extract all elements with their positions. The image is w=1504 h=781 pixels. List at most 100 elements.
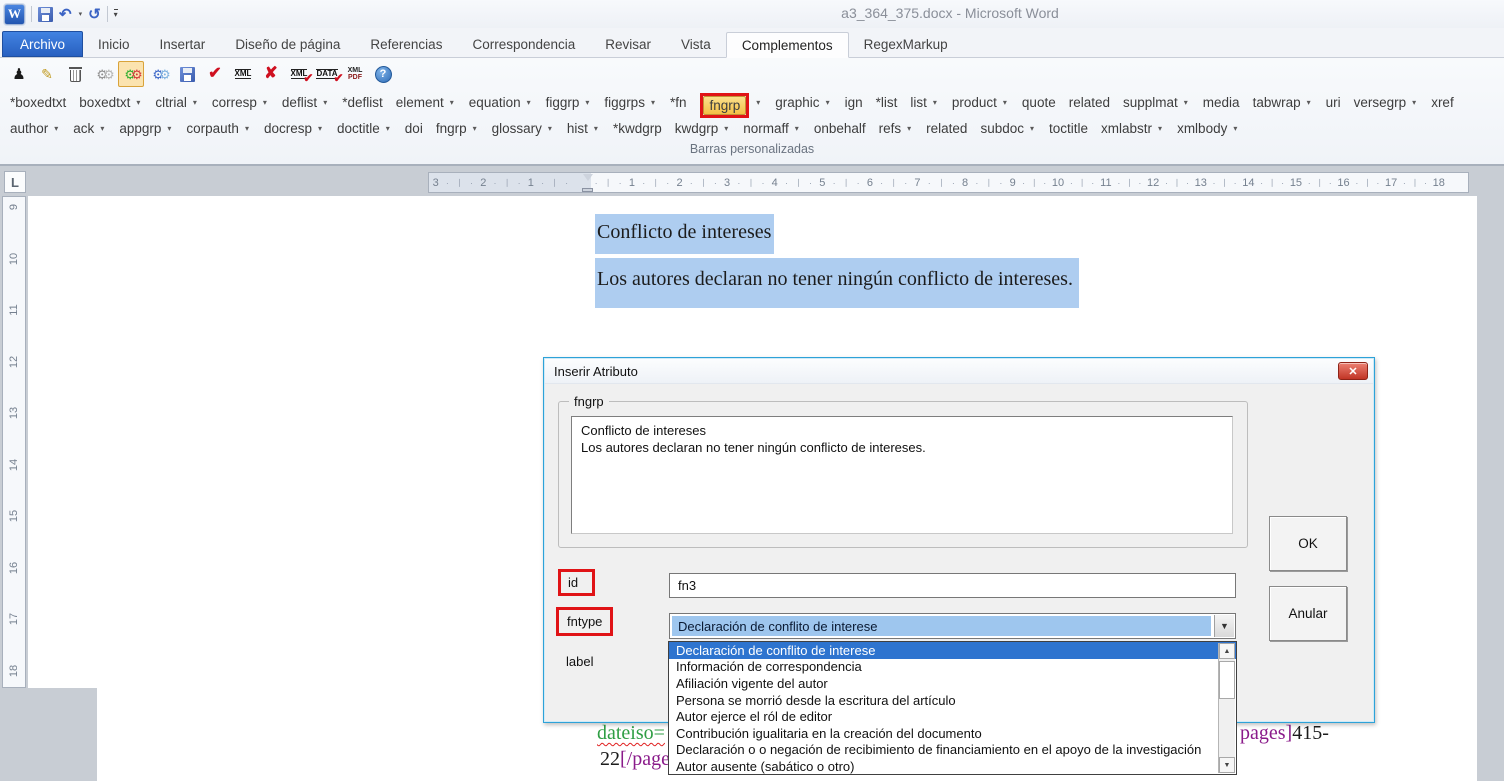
ribbon-button-x-fn[interactable]: *fn [670, 95, 687, 110]
first-line-indent-marker[interactable] [583, 174, 593, 181]
tab-complementos[interactable]: Complementos [726, 32, 849, 58]
undo-icon[interactable]: ↶ [59, 7, 72, 22]
ribbon-button-appgrp[interactable]: appgrp▾ [119, 121, 173, 136]
dropdown-scrollbar[interactable]: ▲ ▼ [1218, 643, 1235, 773]
ribbon-button-boxedtxt[interactable]: boxedtxt▾ [79, 95, 142, 110]
dialog-title-bar[interactable]: Inserir Atributo [545, 359, 1373, 384]
chevron-down-icon[interactable]: ▾ [318, 124, 322, 133]
redo-icon[interactable]: ↺ [88, 7, 101, 22]
tab-revisar[interactable]: Revisar [590, 31, 666, 57]
horizontal-ruler[interactable]: 3·❘·2·❘·1·❘· ·❘·1·❘·2·❘·3·❘·4·❘·5·❘·6·❘·… [428, 172, 1469, 193]
ribbon-button-refs[interactable]: refs▾ [879, 121, 914, 136]
ribbon-button-product[interactable]: product▾ [952, 95, 1009, 110]
ribbon-button-uri[interactable]: uri [1326, 95, 1341, 110]
chevron-down-icon[interactable]: ▾ [136, 98, 140, 107]
chevron-down-icon[interactable]: ▾ [79, 10, 83, 18]
chevron-down-icon[interactable]: ▾ [724, 124, 728, 133]
ribbon-button-subdoc[interactable]: subdoc▾ [980, 121, 1036, 136]
dropdown-option[interactable]: Declaración o o negación de recibimiento… [669, 742, 1236, 759]
ribbon-button-versegrp[interactable]: versegrp▾ [1354, 95, 1419, 110]
ribbon-button-tabwrap[interactable]: tabwrap▾ [1253, 95, 1313, 110]
tab-selector[interactable]: L [4, 171, 26, 193]
dropdown-option[interactable]: Autor ejerce el ról de editor [669, 708, 1236, 725]
chevron-down-icon[interactable]: ▾ [386, 124, 390, 133]
validate-check-icon[interactable]: ✔ [202, 61, 228, 87]
chevron-down-icon[interactable]: ▾ [756, 98, 760, 107]
id-input[interactable]: fn3 [669, 573, 1236, 598]
save-disk-icon[interactable] [174, 61, 200, 87]
save-icon[interactable] [38, 7, 53, 22]
scroll-up-icon[interactable]: ▲ [1219, 643, 1235, 659]
gears-markup-icon[interactable]: ⚙⚙ [118, 61, 144, 87]
ribbon-button-list[interactable]: list▾ [910, 95, 939, 110]
ribbon-button-figgrp[interactable]: figgrp▾ [546, 95, 592, 110]
fngrp-content-textarea[interactable]: Conflicto de interesesLos autores declar… [571, 416, 1233, 534]
tab-archivo[interactable]: Archivo [2, 31, 83, 57]
ok-button[interactable]: OK [1269, 516, 1347, 571]
ribbon-button-x-kwdgrp[interactable]: *kwdgrp [613, 121, 662, 136]
selected-heading[interactable]: Conflicto de intereses [595, 214, 774, 254]
ribbon-button-doi[interactable]: doi [405, 121, 423, 136]
chevron-down-icon[interactable]: ▾ [1307, 98, 1311, 107]
fntype-combobox[interactable]: Declaración de conflito de interese ▼ [669, 613, 1236, 639]
ribbon-button-fngrp[interactable]: fngrp▾ [436, 121, 479, 136]
tab-inicio[interactable]: Inicio [83, 31, 145, 57]
ribbon-button-xref[interactable]: xref [1431, 95, 1454, 110]
chevron-down-icon[interactable]: ▾ [1030, 124, 1034, 133]
chevron-down-icon[interactable]: ▾ [1184, 98, 1188, 107]
chevron-down-icon[interactable]: ▾ [527, 98, 531, 107]
ribbon-button-supplmat[interactable]: supplmat▾ [1123, 95, 1190, 110]
ribbon-button-xmlbody[interactable]: xmlbody▾ [1177, 121, 1239, 136]
ribbon-button-hist[interactable]: hist▾ [567, 121, 600, 136]
chevron-down-icon[interactable]: ▾ [100, 124, 104, 133]
ribbon-button-glossary[interactable]: glossary▾ [492, 121, 554, 136]
chevron-down-icon[interactable]: ▾ [1158, 124, 1162, 133]
ribbon-button-x-deflist[interactable]: *deflist [342, 95, 383, 110]
chevron-down-icon[interactable]: ▾ [167, 124, 171, 133]
dropdown-option[interactable]: Persona se morrió desde la escritura del… [669, 692, 1236, 709]
xml-pdf-icon[interactable]: XMLPDF [342, 61, 368, 87]
ribbon-button-doctitle[interactable]: doctitle▾ [337, 121, 392, 136]
ribbon-button-fngrp[interactable]: fngrp▾ [699, 96, 762, 109]
customize-quick-access-icon[interactable]: ▾ [114, 9, 118, 19]
dropdown-option[interactable]: Declaración de conflito de interese [669, 642, 1236, 659]
chevron-down-icon[interactable]: ▾ [1412, 98, 1416, 107]
selected-paragraph[interactable]: Los autores declaran no tener ningún con… [595, 258, 1079, 308]
vertical-ruler[interactable]: 9101112131415161718 [2, 196, 26, 688]
chevron-down-icon[interactable]: ▾ [263, 98, 267, 107]
ribbon-button-xmlabstr[interactable]: xmlabstr▾ [1101, 121, 1164, 136]
chevron-down-icon[interactable]: ▾ [323, 98, 327, 107]
data-check-icon[interactable]: DATA✔ [314, 61, 340, 87]
tab-vista[interactable]: Vista [666, 31, 726, 57]
chevron-down-icon[interactable]: ▼ [1214, 615, 1234, 637]
chevron-down-icon[interactable]: ▾ [907, 124, 911, 133]
tab-correspondencia[interactable]: Correspondencia [457, 31, 590, 57]
close-icon[interactable]: ✕ [1338, 362, 1368, 380]
ribbon-button-cltrial[interactable]: cltrial▾ [155, 95, 199, 110]
trash-icon[interactable] [62, 61, 88, 87]
ribbon-button-x-boxedtxt[interactable]: *boxedtxt [10, 95, 66, 110]
word-logo-icon[interactable]: W [4, 4, 25, 25]
ribbon-button-element[interactable]: element▾ [396, 95, 456, 110]
ribbon-button-graphic[interactable]: graphic▾ [775, 95, 831, 110]
ribbon-button-docresp[interactable]: docresp▾ [264, 121, 324, 136]
ribbon-button-figgrps[interactable]: figgrps▾ [604, 95, 657, 110]
ribbon-button-related[interactable]: related [926, 121, 967, 136]
scroll-down-icon[interactable]: ▼ [1219, 757, 1235, 773]
ribbon-button-kwdgrp[interactable]: kwdgrp▾ [675, 121, 731, 136]
ribbon-button-ign[interactable]: ign [845, 95, 863, 110]
chevron-down-icon[interactable]: ▾ [795, 124, 799, 133]
help-icon[interactable]: ? [370, 61, 396, 87]
chevron-down-icon[interactable]: ▾ [933, 98, 937, 107]
chevron-down-icon[interactable]: ▾ [193, 98, 197, 107]
cancel-button[interactable]: Anular [1269, 586, 1347, 641]
ribbon-button-normaff[interactable]: normaff▾ [743, 121, 801, 136]
ribbon-button-x-list[interactable]: *list [876, 95, 898, 110]
ribbon-button-media[interactable]: media [1203, 95, 1240, 110]
tab-referencias[interactable]: Referencias [355, 31, 457, 57]
ribbon-button-ack[interactable]: ack▾ [73, 121, 106, 136]
person-icon[interactable]: ♟ [6, 61, 32, 87]
gears-blue-icon[interactable]: ⚙⚙ [146, 61, 172, 87]
ribbon-button-toctitle[interactable]: toctitle [1049, 121, 1088, 136]
xml-check-icon[interactable]: XML✔ [286, 61, 312, 87]
